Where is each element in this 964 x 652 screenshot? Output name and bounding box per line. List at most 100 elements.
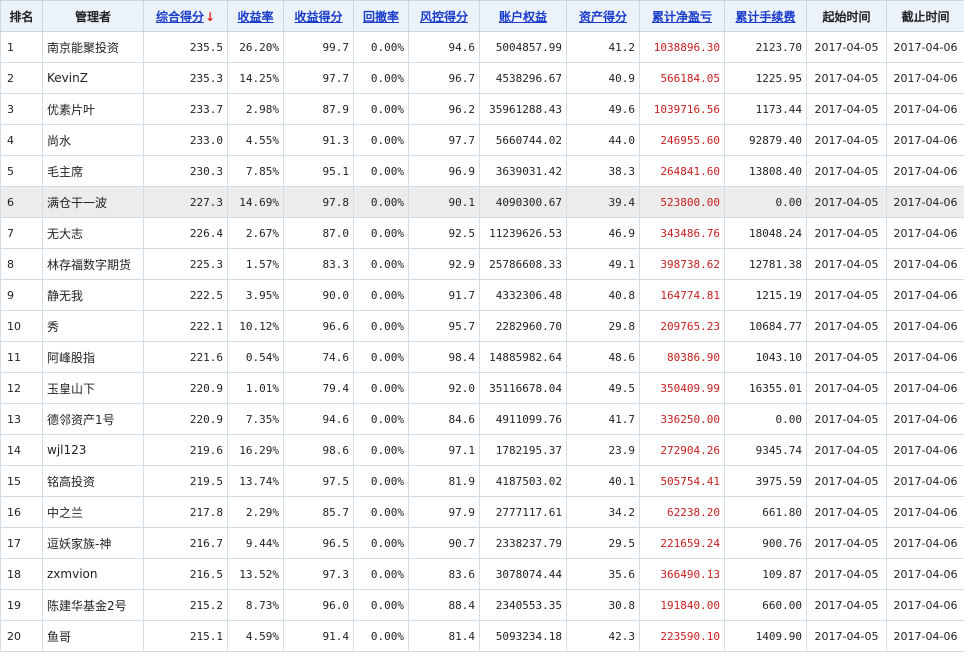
cell-risk-score: 94.6 [409, 32, 480, 63]
header-cumulative-fees[interactable]: 累计手续费 [725, 1, 807, 32]
cell-cumulative-pnl: 505754.41 [640, 466, 725, 497]
cell-total-score: 217.8 [144, 497, 228, 528]
cell-manager: 尚水 [43, 125, 144, 156]
cell-account-equity: 2777117.61 [480, 497, 567, 528]
cell-return-rate: 2.29% [228, 497, 284, 528]
cell-risk-score: 96.7 [409, 63, 480, 94]
cell-asset-score: 35.6 [567, 559, 640, 590]
cell-start-time: 2017-04-05 [807, 249, 887, 280]
cell-return-rate: 13.74% [228, 466, 284, 497]
sort-desc-icon[interactable]: ↓ [205, 10, 215, 24]
cell-drawdown-rate: 0.00% [354, 590, 409, 621]
cell-return-score: 97.8 [284, 187, 354, 218]
cell-end-time: 2017-04-06 [887, 590, 964, 621]
header-label: 资产得分 [579, 10, 627, 24]
cell-account-equity: 3639031.42 [480, 156, 567, 187]
table-row: 17逗妖家族-神216.79.44%96.50.00%90.72338237.7… [1, 528, 964, 559]
cell-rank: 5 [1, 156, 43, 187]
cell-risk-score: 81.9 [409, 466, 480, 497]
cell-start-time: 2017-04-05 [807, 435, 887, 466]
cell-account-equity: 2282960.70 [480, 311, 567, 342]
cell-total-score: 219.6 [144, 435, 228, 466]
cell-drawdown-rate: 0.00% [354, 63, 409, 94]
cell-cumulative-pnl: 366490.13 [640, 559, 725, 590]
cell-asset-score: 49.1 [567, 249, 640, 280]
cell-drawdown-rate: 0.00% [354, 528, 409, 559]
cell-start-time: 2017-04-05 [807, 621, 887, 652]
cell-rank: 9 [1, 280, 43, 311]
table-row: 1南京能聚投资235.526.20%99.70.00%94.65004857.9… [1, 32, 964, 63]
cell-rank: 11 [1, 342, 43, 373]
header-label: 起始时间 [822, 10, 870, 24]
header-drawdown-rate[interactable]: 回撤率 [354, 1, 409, 32]
cell-rank: 14 [1, 435, 43, 466]
cell-drawdown-rate: 0.00% [354, 559, 409, 590]
cell-asset-score: 44.0 [567, 125, 640, 156]
cell-start-time: 2017-04-05 [807, 528, 887, 559]
cell-return-score: 91.4 [284, 621, 354, 652]
cell-rank: 16 [1, 497, 43, 528]
header-asset-score[interactable]: 资产得分 [567, 1, 640, 32]
cell-risk-score: 96.2 [409, 94, 480, 125]
cell-risk-score: 97.1 [409, 435, 480, 466]
cell-end-time: 2017-04-06 [887, 435, 964, 466]
cell-drawdown-rate: 0.00% [354, 466, 409, 497]
cell-cumulative-fees: 1043.10 [725, 342, 807, 373]
cell-start-time: 2017-04-05 [807, 497, 887, 528]
cell-end-time: 2017-04-06 [887, 559, 964, 590]
cell-cumulative-fees: 0.00 [725, 187, 807, 218]
table-row: 19陈建华基金2号215.28.73%96.00.00%88.42340553.… [1, 590, 964, 621]
header-account-equity[interactable]: 账户权益 [480, 1, 567, 32]
cell-manager: 静无我 [43, 280, 144, 311]
cell-total-score: 226.4 [144, 218, 228, 249]
cell-total-score: 220.9 [144, 404, 228, 435]
cell-cumulative-pnl: 62238.20 [640, 497, 725, 528]
header-cumulative-pnl[interactable]: 累计净盈亏 [640, 1, 725, 32]
cell-cumulative-pnl: 223590.10 [640, 621, 725, 652]
cell-account-equity: 4332306.48 [480, 280, 567, 311]
cell-return-rate: 2.98% [228, 94, 284, 125]
cell-drawdown-rate: 0.00% [354, 404, 409, 435]
cell-return-rate: 14.69% [228, 187, 284, 218]
header-return-rate[interactable]: 收益率 [228, 1, 284, 32]
cell-return-score: 97.7 [284, 63, 354, 94]
cell-end-time: 2017-04-06 [887, 311, 964, 342]
cell-risk-score: 95.7 [409, 311, 480, 342]
table-body: 1南京能聚投资235.526.20%99.70.00%94.65004857.9… [1, 32, 964, 652]
cell-drawdown-rate: 0.00% [354, 373, 409, 404]
cell-return-score: 97.5 [284, 466, 354, 497]
cell-manager: 毛主席 [43, 156, 144, 187]
cell-end-time: 2017-04-06 [887, 404, 964, 435]
header-total-score[interactable]: 综合得分↓ [144, 1, 228, 32]
cell-start-time: 2017-04-05 [807, 218, 887, 249]
cell-account-equity: 4538296.67 [480, 63, 567, 94]
cell-account-equity: 11239626.53 [480, 218, 567, 249]
cell-return-score: 74.6 [284, 342, 354, 373]
cell-manager: 玉皇山下 [43, 373, 144, 404]
cell-rank: 19 [1, 590, 43, 621]
cell-return-score: 83.3 [284, 249, 354, 280]
cell-total-score: 235.5 [144, 32, 228, 63]
cell-return-rate: 14.25% [228, 63, 284, 94]
cell-return-score: 96.6 [284, 311, 354, 342]
cell-end-time: 2017-04-06 [887, 125, 964, 156]
cell-asset-score: 29.8 [567, 311, 640, 342]
header-label: 截止时间 [901, 10, 949, 24]
cell-rank: 6 [1, 187, 43, 218]
cell-cumulative-pnl: 343486.76 [640, 218, 725, 249]
cell-cumulative-fees: 3975.59 [725, 466, 807, 497]
table-row: 7无大志226.42.67%87.00.00%92.511239626.5346… [1, 218, 964, 249]
header-risk-score[interactable]: 风控得分 [409, 1, 480, 32]
cell-asset-score: 49.5 [567, 373, 640, 404]
header-return-score[interactable]: 收益得分 [284, 1, 354, 32]
cell-drawdown-rate: 0.00% [354, 156, 409, 187]
cell-asset-score: 39.4 [567, 187, 640, 218]
cell-asset-score: 41.7 [567, 404, 640, 435]
cell-end-time: 2017-04-06 [887, 280, 964, 311]
cell-return-score: 97.3 [284, 559, 354, 590]
cell-return-rate: 13.52% [228, 559, 284, 590]
table-row: 14wjl123219.616.29%98.60.00%97.11782195.… [1, 435, 964, 466]
cell-cumulative-fees: 92879.40 [725, 125, 807, 156]
cell-start-time: 2017-04-05 [807, 156, 887, 187]
cell-drawdown-rate: 0.00% [354, 621, 409, 652]
